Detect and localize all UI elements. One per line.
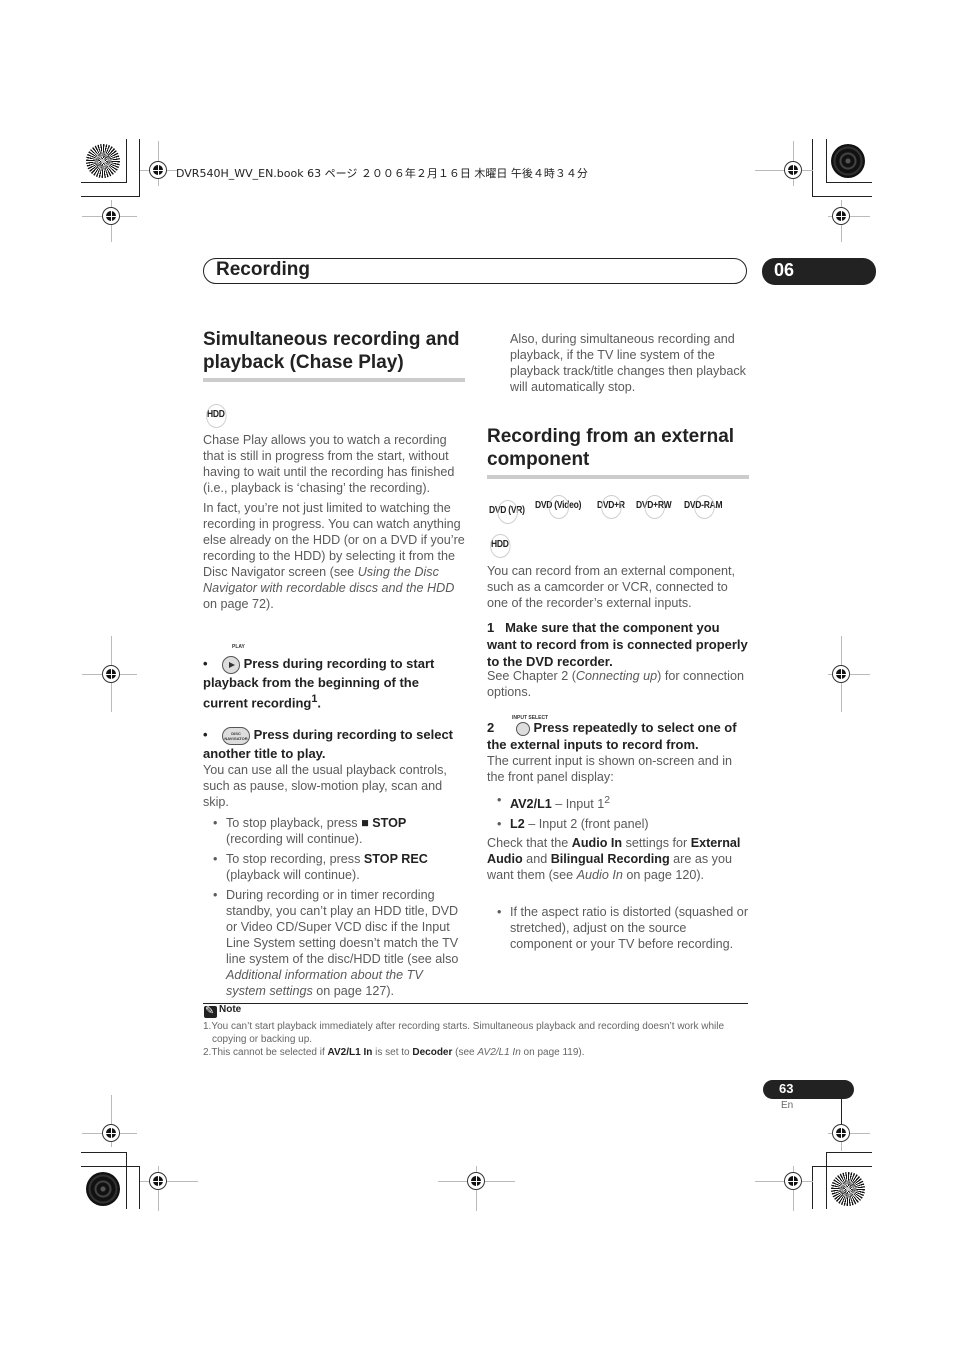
registration-target-icon — [784, 1172, 802, 1190]
registration-target-icon — [149, 1172, 167, 1190]
list-item: • L2 – Input 2 (front panel) — [497, 817, 649, 832]
note-label: Note — [219, 1004, 242, 1015]
disc-navigator-instruction: • DISC NAVIGATOR Press during recording t… — [203, 726, 454, 761]
step-2-detail: The current input is shown on-screen and… — [487, 754, 733, 784]
chapter-number: 06 — [774, 260, 795, 280]
print-header: DVR540H_WV_EN.book 63 ページ ２００６年２月１６日 木曜日… — [176, 167, 588, 180]
external-intro: You can record from an external componen… — [487, 564, 736, 610]
hdd-disc-mark: HDD — [206, 403, 227, 428]
section-rule — [203, 378, 465, 382]
section-title: Simultaneous recording and playback (Cha… — [203, 329, 460, 373]
list-item: • If the aspect ratio is distorted (squas… — [497, 905, 749, 951]
footnote-1: 1.You can’t start playback immediately a… — [203, 1021, 725, 1045]
step-1-detail: See Chapter 2 (Connecting up) for connec… — [487, 669, 744, 699]
language-label: En — [781, 1100, 794, 1111]
footnotes: 1.You can’t start playback immediately a… — [203, 1020, 751, 1059]
registration-target-icon — [784, 161, 802, 179]
page-number-badge: 63 — [763, 1080, 854, 1099]
disc-navigator-button-icon: DISC NAVIGATOR — [222, 726, 250, 745]
paragraph: In fact, you’re not just limited to watc… — [203, 501, 465, 611]
list-item: • During recording or in timer recording … — [213, 888, 459, 998]
section-external-component: Recording from an external component — [487, 425, 749, 479]
disc-mark-dvd-plus-rw: DVD+RW — [636, 494, 672, 519]
registration-target-icon — [102, 1124, 120, 1142]
chase-play-intro: Chase Play allows you to watch a recordi… — [203, 432, 465, 612]
page-number: 63 — [779, 1081, 794, 1096]
section-title: Recording from an external component — [487, 426, 735, 470]
paragraph: Chase Play allows you to watch a recordi… — [203, 433, 455, 495]
disc-registration-icon — [831, 144, 865, 178]
section-rule — [487, 475, 749, 479]
aspect-ratio-tip: • If the aspect ratio is distorted (squas… — [497, 904, 749, 952]
list-item: • AV2/L1 – Input 12 — [497, 793, 611, 812]
step-1: 1 Make sure that the component you want … — [487, 620, 748, 669]
stop-bullets: • To stop playback, press ■ STOP (recordi… — [213, 815, 465, 999]
starburst-registration-icon — [86, 144, 120, 178]
registration-target-icon — [102, 665, 120, 683]
chapter-title: Recording — [216, 259, 310, 280]
input-list: • AV2/L1 – Input 12 • L2 – Input 2 (front … — [497, 792, 747, 832]
registration-target-icon — [102, 207, 120, 225]
disc-mark-dvd-vr: DVD (VR) — [489, 499, 525, 524]
play-button-label: PLAY — [232, 644, 245, 650]
play-button-icon — [222, 655, 240, 674]
note-divider — [203, 1003, 748, 1004]
list-item: • To stop recording, press STOP REC (play… — [213, 852, 428, 882]
audio-settings-paragraph: Check that the Audio In settings for Ext… — [487, 836, 741, 882]
disc-mark-dvd-ram: DVD-RAM — [684, 494, 723, 519]
registration-target-icon — [467, 1172, 485, 1190]
section-chase-play: Simultaneous recording and playback (Cha… — [203, 328, 465, 382]
starburst-registration-icon — [831, 1172, 865, 1206]
disc-mark-dvd-video: DVD (Video) — [535, 494, 582, 519]
footnote-2: 2.This cannot be selected if AV2/L1 In i… — [203, 1047, 585, 1058]
registration-target-icon — [832, 1124, 850, 1142]
play-instruction: • Press during recording to start playba… — [203, 655, 435, 710]
registration-target-icon — [832, 207, 850, 225]
disc-marks-row: DVD (VR) DVD (Video) DVD+R DVD+RW DVD-RA… — [489, 494, 723, 524]
continued-paragraph: Also, during simultaneous recording and … — [510, 332, 746, 394]
registration-target-icon — [149, 161, 167, 179]
hdd-disc-mark: HDD — [490, 533, 511, 558]
note-pencil-icon — [204, 1004, 217, 1018]
registration-target-icon — [832, 665, 850, 683]
input-select-button-icon — [515, 721, 530, 736]
chapter-number-badge: 06 — [762, 258, 876, 285]
step-2: 2 Press repeatedly to select one of the … — [487, 720, 737, 752]
list-item: • To stop playback, press ■ STOP (recordi… — [213, 816, 407, 846]
disc-mark-dvd-plus-r: DVD+R — [597, 494, 625, 519]
playback-controls-note: You can use all the usual playback contr… — [203, 763, 447, 809]
disc-registration-icon — [86, 1172, 120, 1206]
